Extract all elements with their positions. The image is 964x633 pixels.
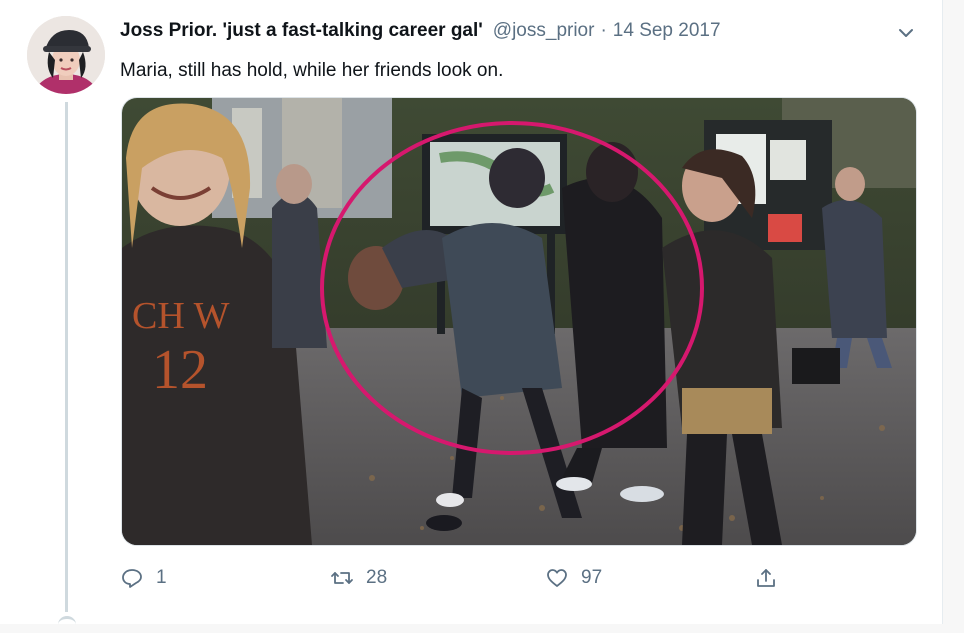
svg-text:CH W: CH W	[132, 295, 230, 337]
avatar[interactable]	[27, 16, 105, 94]
like-button[interactable]: 97	[545, 560, 602, 596]
tweet-text: Maria, still has hold, while her friends…	[120, 60, 504, 81]
heart-icon	[547, 569, 567, 587]
tweet-date[interactable]: 14 Sep 2017	[613, 20, 721, 42]
reply-count: 1	[156, 567, 167, 588]
retweet-button[interactable]: 28	[330, 560, 387, 596]
share-button[interactable]	[754, 560, 790, 596]
separator-dot: ·	[600, 20, 607, 41]
tweet-header: Joss Prior. 'just a fast-talking career …	[120, 20, 920, 48]
user-handle[interactable]: @joss_prior	[493, 20, 595, 42]
retweet-icon	[331, 572, 353, 584]
reply-button[interactable]: 1	[120, 560, 167, 596]
reply-icon	[122, 569, 142, 588]
display-name[interactable]: Joss Prior. 'just a fast-talking career …	[120, 20, 483, 42]
tweet-actions: 1 28 97	[120, 560, 920, 596]
thread-line	[65, 102, 68, 612]
like-count: 97	[581, 567, 603, 588]
next-avatar-edge	[58, 616, 76, 633]
avatar-image	[27, 16, 105, 94]
retweet-count: 28	[366, 567, 388, 588]
photo-image: CH W 12	[122, 98, 916, 545]
chevron-down-icon[interactable]	[895, 22, 917, 44]
svg-text:12: 12	[152, 339, 208, 401]
tweet-card[interactable]: Joss Prior. 'just a fast-talking career …	[0, 0, 943, 624]
tweet-photo[interactable]: CH W 12	[121, 97, 917, 546]
share-icon	[757, 569, 775, 587]
